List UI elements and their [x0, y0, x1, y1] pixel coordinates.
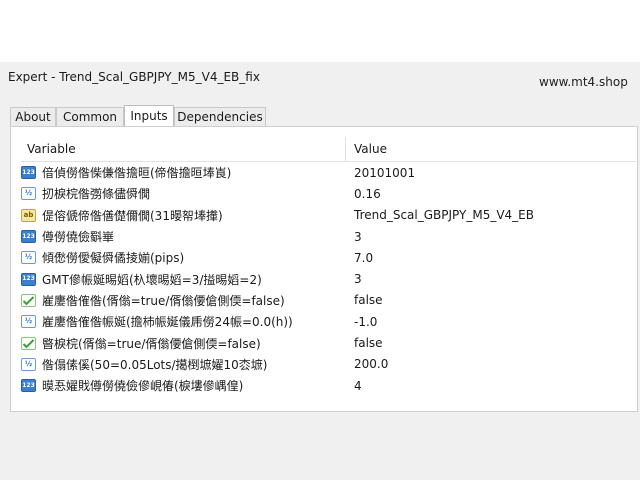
variable-name: 偣偵僗偺偨傔偺擔晅(偙偺擔晅埲崀): [42, 166, 232, 181]
table-row[interactable]: ½ 偺傝傃傒(50=0.05Lots/擖椡墌嬥10枩墌) 200.0: [21, 354, 639, 375]
int-type-icon: 123: [21, 272, 36, 286]
column-divider[interactable]: [345, 137, 346, 161]
variable-name: 嵟廔偺傕偺帪娫(擔杮帪娫儀乕僗24帪=0.0(h)): [42, 315, 293, 330]
grid-header: Variable Value: [21, 137, 639, 162]
value-cell[interactable]: 3: [354, 268, 362, 289]
variable-cell: 123 僔僗僥儉斣崋: [21, 226, 114, 247]
column-header-value[interactable]: Value: [354, 142, 387, 156]
variable-name: 暯忢嬥戝僔僗僥儉傪峴偆(棙塿傪嵎偟): [42, 379, 244, 394]
int-type-icon: 123: [21, 166, 36, 180]
screenshot-top-margin: [0, 0, 640, 62]
variable-name: 傾僽僗僾儗僢僪掕媊(pips): [42, 251, 185, 266]
inputs-grid: Variable Value 123 偣偵僗偺偨傔偺擔晅(偙偺擔晅埲崀) 20101…: [21, 137, 639, 396]
value-cell[interactable]: false: [354, 290, 383, 311]
variable-cell: 123 暯忢嬥戝僔僗僥儉傪峴偆(棙塿傪嵎偟): [21, 375, 243, 396]
table-row[interactable]: 123 暯忢嬥戝僔僗僥儉傪峴偆(棙塿傪嵎偟) 4: [21, 375, 639, 396]
double-type-icon: ½: [21, 357, 36, 371]
value-cell[interactable]: 0.16: [354, 183, 381, 204]
variable-name: 偺傝傃傒(50=0.05Lots/擖椡墌嬥10枩墌): [42, 357, 268, 372]
double-type-icon: ½: [21, 315, 36, 329]
tab-inputs[interactable]: Inputs: [124, 105, 174, 127]
table-row[interactable]: ½ 嵟廔偺傕偺帪娫(擔杮帪娫儀乕僗24帪=0.0(h)) -1.0: [21, 311, 639, 332]
table-row[interactable]: 嵟廔偺傕偺(偦傟=true/偦傟偠傖側偄=false) false: [21, 290, 639, 311]
variable-name: 暋棙梡(偦傟=true/偦傟偠傖側偄=false): [42, 336, 261, 351]
grid-rows: 123 偣偵僗偺偨傔偺擔晅(偙偺擔晅埲崀) 20101001 ½ 扨棙梡偺彅條儘僢僩 0.…: [21, 162, 639, 396]
tab-dependencies[interactable]: Dependencies: [174, 107, 266, 126]
string-type-icon: ab: [21, 208, 36, 222]
variable-name: 扨棙梡偺彅條儘僢僩: [42, 187, 151, 202]
variable-cell: 嵟廔偺傕偺(偦傟=true/偦傟偠傖側偄=false): [21, 290, 285, 311]
value-cell[interactable]: 4: [354, 375, 362, 396]
double-type-icon: ½: [21, 187, 36, 201]
table-row[interactable]: 123 偣偵僗偺偨傔偺擔晅(偙偺擔晅埲崀) 20101001: [21, 162, 639, 183]
bool-type-icon: [21, 336, 36, 350]
tab-common[interactable]: Common: [56, 107, 124, 126]
value-cell[interactable]: 3: [354, 226, 362, 247]
variable-cell: ½ 偺傝傃傒(50=0.05Lots/擖椡墌嬥10枩墌): [21, 354, 268, 375]
variable-name: GMT傪帪娫晹嫍(杁壞晹嫍=3/搤晹嫍=2): [42, 272, 262, 287]
variable-name: 僔僗僥儉斣崋: [42, 230, 115, 245]
int-type-icon: 123: [21, 230, 36, 244]
variable-name: 嵟廔偺傕偺(偦傟=true/偦傟偠傖側偄=false): [42, 293, 285, 308]
value-cell[interactable]: false: [354, 332, 383, 353]
table-row[interactable]: 暋棙梡(偦傟=true/偦傟偠傖側偄=false) false: [21, 332, 639, 353]
inputs-panel: Variable Value 123 偣偵僗偺偨傔偺擔晅(偙偺擔晅埲崀) 20101…: [10, 126, 639, 412]
value-cell[interactable]: Trend_Scal_GBPJPY_M5_V4_EB: [354, 205, 534, 226]
tab-about[interactable]: About: [10, 107, 56, 126]
value-cell[interactable]: -1.0: [354, 311, 377, 332]
window-title: Expert - Trend_Scal_GBPJPY_M5_V4_EB_fix: [8, 70, 260, 84]
table-row[interactable]: ½ 扨棙梡偺彅條儘僢僩 0.16: [21, 183, 639, 204]
variable-cell: ½ 嵟廔偺傕偺帪娫(擔杮帪娫儀乕僗24帪=0.0(h)): [21, 311, 293, 332]
value-cell[interactable]: 7.0: [354, 247, 373, 268]
double-type-icon: ½: [21, 251, 36, 265]
bool-type-icon: [21, 293, 36, 307]
table-row[interactable]: 123 僔僗僥儉斣崋 3: [21, 226, 639, 247]
variable-cell: 暋棙梡(偦傟=true/偦傟偠傖側偄=false): [21, 332, 261, 353]
table-row[interactable]: ab 偍傛傂偙偺僐儊儞僩(31暥帤埲撪) Trend_Scal_GBPJPY_M5_…: [21, 205, 639, 226]
variable-cell: 123 偣偵僗偺偨傔偺擔晅(偙偺擔晅埲崀): [21, 162, 231, 183]
value-cell[interactable]: 20101001: [354, 162, 415, 183]
variable-cell: ½ 扨棙梡偺彅條儘僢僩: [21, 183, 150, 204]
column-header-variable[interactable]: Variable: [27, 142, 76, 156]
watermark: www.mt4.shop: [539, 75, 628, 89]
int-type-icon: 123: [21, 379, 36, 393]
variable-cell: ab 偍傛傂偙偺僐儊儞僩(31暥帤埲撪): [21, 205, 223, 226]
variable-cell: 123 GMT傪帪娫晹嫍(杁壞晹嫍=3/搤晹嫍=2): [21, 268, 262, 289]
value-cell[interactable]: 200.0: [354, 354, 388, 375]
variable-name: 偍傛傂偙偺僐儊儞僩(31暥帤埲撪): [42, 208, 223, 223]
table-row[interactable]: ½ 傾僽僗僾儗僢僪掕媊(pips) 7.0: [21, 247, 639, 268]
variable-cell: ½ 傾僽僗僾儗僢僪掕媊(pips): [21, 247, 184, 268]
table-row[interactable]: 123 GMT傪帪娫晹嫍(杁壞晹嫍=3/搤晹嫍=2) 3: [21, 268, 639, 289]
